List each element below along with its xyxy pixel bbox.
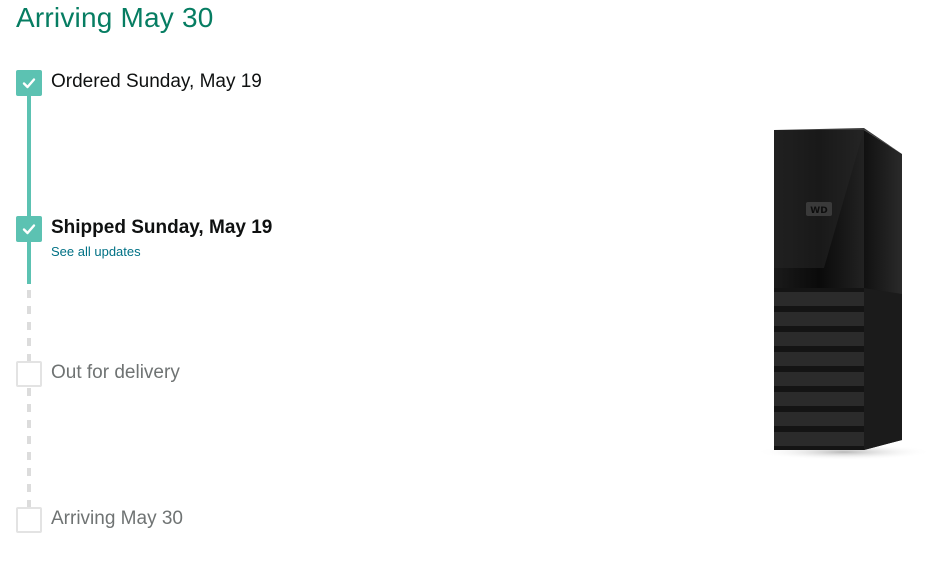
step-arriving-label: Arriving May 30 — [51, 508, 183, 529]
step-shipped-checkbox-icon — [16, 216, 42, 242]
see-all-updates-link[interactable]: See all updates — [51, 244, 141, 259]
step-out-for-delivery-checkbox-icon — [16, 361, 42, 387]
progress-line-pending — [27, 290, 31, 362]
step-ordered-label: Ordered Sunday, May 19 — [51, 71, 262, 92]
progress-line-complete — [27, 96, 31, 284]
product-image[interactable]: WD — [752, 118, 932, 468]
step-ordered-checkbox-icon — [16, 70, 42, 96]
progress-line-pending — [27, 388, 31, 510]
brand-logo: WD — [810, 206, 827, 216]
step-arriving-checkbox-icon — [16, 507, 42, 533]
step-out-for-delivery-label: Out for delivery — [51, 362, 180, 383]
step-shipped-label: Shipped Sunday, May 19 — [51, 217, 273, 238]
shipment-tracker: Ordered Sunday, May 19 Shipped Sunday, M… — [0, 0, 600, 568]
external-hard-drive-icon: WD — [756, 128, 932, 460]
